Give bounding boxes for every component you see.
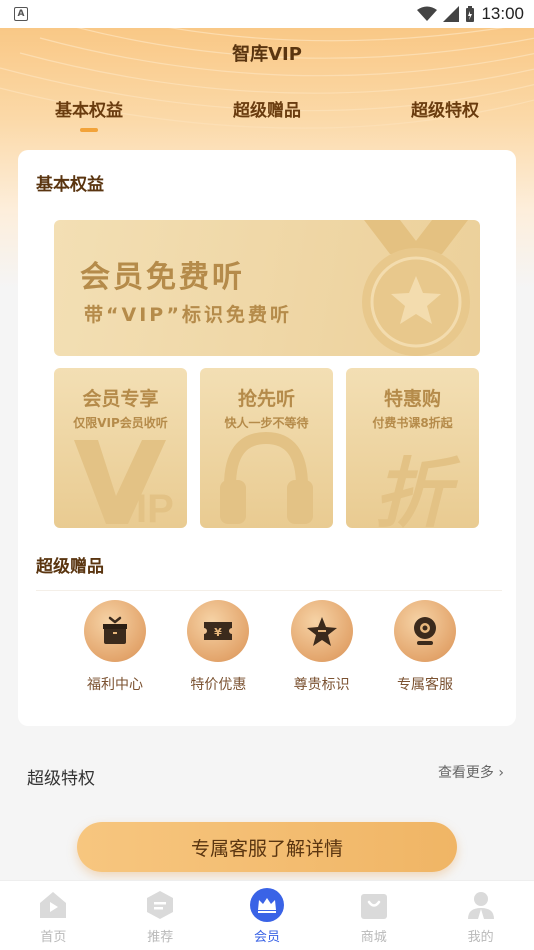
tile-title: 特惠购	[383, 388, 441, 410]
battery-icon	[466, 6, 475, 22]
notification-icon: A	[14, 7, 28, 21]
tile-subtitle: 快人一步不等待	[224, 416, 309, 430]
privilege-title: 超级特权	[27, 769, 95, 789]
nav-profile[interactable]: 我的	[427, 881, 534, 950]
free-listen-banner[interactable]: 会员免费听 带“VIP”标识免费听	[54, 220, 480, 356]
nav-label: 首页	[40, 930, 67, 945]
tab-super-privileges[interactable]: 超级特权	[356, 96, 534, 136]
banner-title: 会员免费听	[80, 260, 245, 295]
cta-label: 专属客服了解详情	[190, 837, 343, 860]
tab-basic-rights[interactable]: 基本权益	[0, 96, 178, 136]
clock: 13:00	[481, 4, 524, 23]
gift-welfare-center[interactable]: 福利中心	[70, 600, 160, 694]
tab-label: 基本权益	[55, 101, 123, 121]
tile-title: 会员专享	[82, 388, 159, 410]
banner-subtitle: 带“VIP”标识免费听	[84, 304, 293, 326]
section-title-basic: 基本权益	[36, 175, 104, 195]
wifi-icon	[417, 6, 438, 21]
view-more-link[interactable]: 查看更多 ›	[438, 762, 504, 782]
benefits-card: 基本权益 会员免费听 带“VIP”标识免费听 IP 会员专享 仅限VIP会员收听…	[18, 150, 516, 726]
gift-exclusive-service[interactable]: 专属客服	[380, 600, 470, 694]
nav-label: 商城	[360, 930, 387, 945]
gift-label: 特价优惠	[190, 677, 247, 693]
webcam-icon	[393, 600, 456, 662]
gift-vip-badge[interactable]: 尊贵标识	[277, 600, 367, 694]
star-badge-icon	[290, 600, 353, 662]
svg-text:折: 折	[374, 449, 461, 528]
tile-subtitle: 仅限VIP会员收听	[73, 416, 168, 430]
nav-mall[interactable]: 商城	[320, 881, 427, 950]
svg-text:IP: IP	[136, 487, 174, 528]
home-icon	[36, 888, 70, 922]
gift-label: 专属客服	[396, 677, 453, 693]
tab-label: 超级赠品	[233, 101, 301, 121]
shopping-bag-icon	[357, 888, 391, 922]
tab-active-indicator	[80, 128, 98, 132]
crown-icon	[249, 888, 284, 922]
tab-bar: 基本权益 超级赠品 超级特权	[0, 96, 534, 136]
tab-label: 超级特权	[411, 101, 479, 121]
tile-special-purchase[interactable]: 折 特惠购 付费书课8折起	[346, 368, 479, 528]
divider	[36, 590, 502, 591]
chevron-right-icon: ›	[498, 765, 504, 781]
signal-icon	[443, 6, 460, 22]
gift-box-icon	[84, 600, 146, 662]
tile-early-listen[interactable]: 抢先听 快人一步不等待	[200, 368, 333, 528]
nav-label: 我的	[467, 930, 494, 945]
recommend-icon	[143, 888, 177, 922]
tab-super-gifts[interactable]: 超级赠品	[178, 96, 356, 136]
page-title: 智库VIP	[232, 44, 302, 65]
nav-member[interactable]: 会员	[214, 881, 321, 950]
bottom-nav: 首页 推荐 会员 商城 我的	[0, 880, 534, 950]
nav-label: 会员	[253, 930, 280, 945]
status-bar: A 13:00	[0, 0, 534, 28]
nav-home[interactable]: 首页	[0, 881, 107, 950]
tile-member-exclusive[interactable]: IP 会员专享 仅限VIP会员收听	[54, 368, 187, 528]
section-title-gifts: 超级赠品	[36, 557, 104, 577]
coupon-icon: ¥	[187, 600, 250, 662]
gift-label: 尊贵标识	[293, 677, 350, 693]
view-more-label: 查看更多	[437, 765, 494, 781]
super-privilege-row: 超级特权 查看更多 ›	[0, 744, 534, 806]
tile-subtitle: 付费书课8折起	[372, 416, 453, 430]
nav-recommend[interactable]: 推荐	[107, 881, 214, 950]
gift-special-offer[interactable]: ¥ 特价优惠	[173, 600, 263, 694]
gift-label: 福利中心	[87, 677, 143, 693]
profile-icon	[464, 888, 498, 922]
svg-text:¥: ¥	[215, 626, 223, 639]
contact-service-button[interactable]: 专属客服了解详情	[77, 822, 457, 872]
tile-title: 抢先听	[237, 388, 295, 410]
nav-label: 推荐	[147, 930, 174, 945]
gift-list: 福利中心 ¥ 特价优惠 尊贵标识 专属客服	[70, 600, 470, 694]
